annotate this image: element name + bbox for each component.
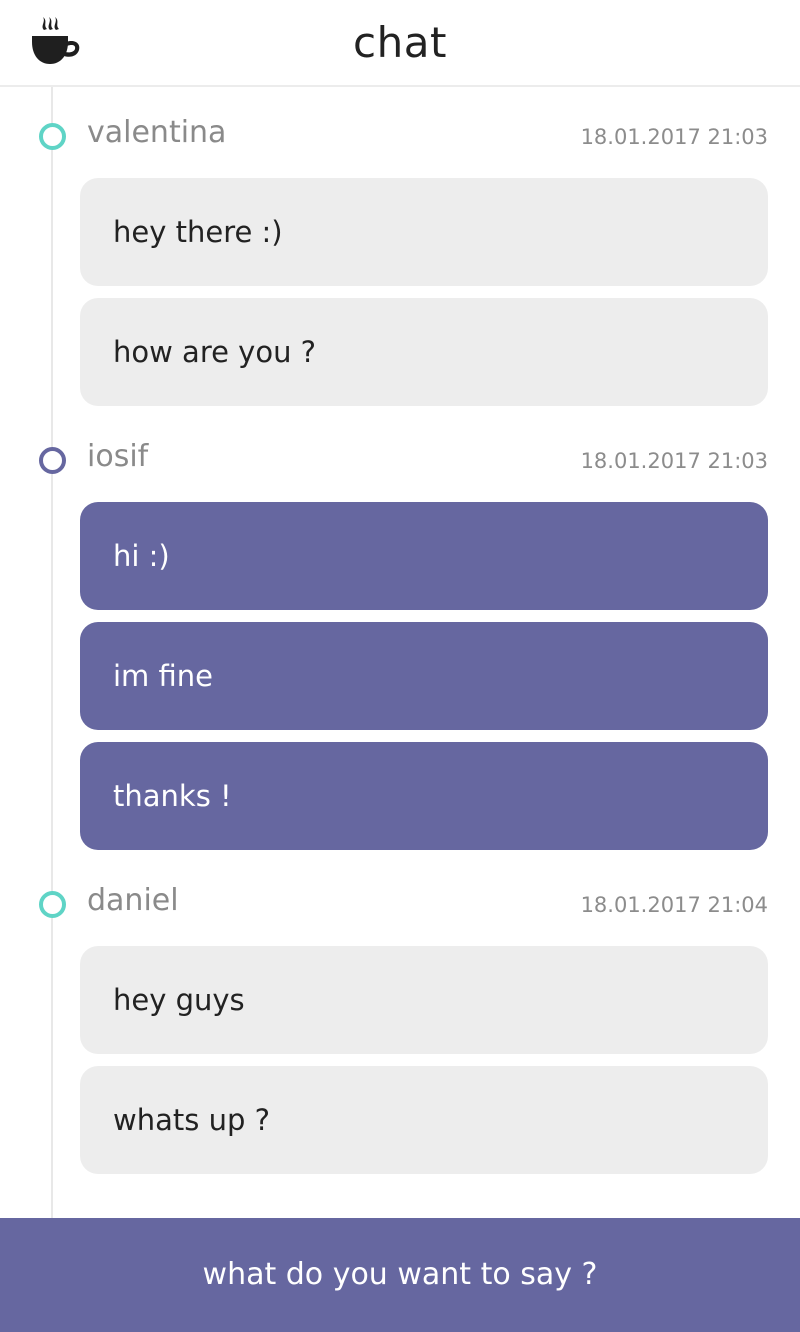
message-list: hey there :) how are you ?	[80, 178, 768, 418]
message-timestamp: 18.01.2017 21:03	[580, 125, 768, 149]
message-bubble[interactable]: hey guys	[80, 946, 768, 1054]
chat-app: chat valentina 18.01.2017 21:03 hey ther…	[0, 0, 800, 1332]
timeline-line	[51, 87, 53, 1218]
message-group-header: daniel 18.01.2017 21:04	[0, 883, 800, 923]
message-list: hey guys whats up ?	[80, 946, 768, 1186]
timeline-dot-icon	[39, 123, 66, 150]
author-name: iosif	[87, 439, 149, 474]
author-name: daniel	[87, 883, 179, 918]
message-timestamp: 18.01.2017 21:04	[580, 893, 768, 917]
message-group: valentina 18.01.2017 21:03 hey there :) …	[0, 115, 800, 406]
message-group: iosif 18.01.2017 21:03 hi :) im fine tha…	[0, 439, 800, 850]
timeline-dot-icon	[39, 891, 66, 918]
message-bubble[interactable]: whats up ?	[80, 1066, 768, 1174]
message-list: hi :) im fine thanks !	[80, 502, 768, 862]
author-name: valentina	[87, 115, 227, 150]
page-title: chat	[353, 18, 447, 67]
message-group: daniel 18.01.2017 21:04 hey guys whats u…	[0, 883, 800, 1174]
message-bubble[interactable]: hey there :)	[80, 178, 768, 286]
message-group-header: valentina 18.01.2017 21:03	[0, 115, 800, 155]
message-bubble[interactable]: hi :)	[80, 502, 768, 610]
message-timestamp: 18.01.2017 21:03	[580, 449, 768, 473]
message-group-header: iosif 18.01.2017 21:03	[0, 439, 800, 479]
message-bubble[interactable]: how are you ?	[80, 298, 768, 406]
message-input[interactable]: what do you want to say ?	[0, 1218, 800, 1332]
message-bubble[interactable]: thanks !	[80, 742, 768, 850]
message-bubble[interactable]: im fine	[80, 622, 768, 730]
timeline-dot-icon	[39, 447, 66, 474]
header: chat	[0, 0, 800, 87]
